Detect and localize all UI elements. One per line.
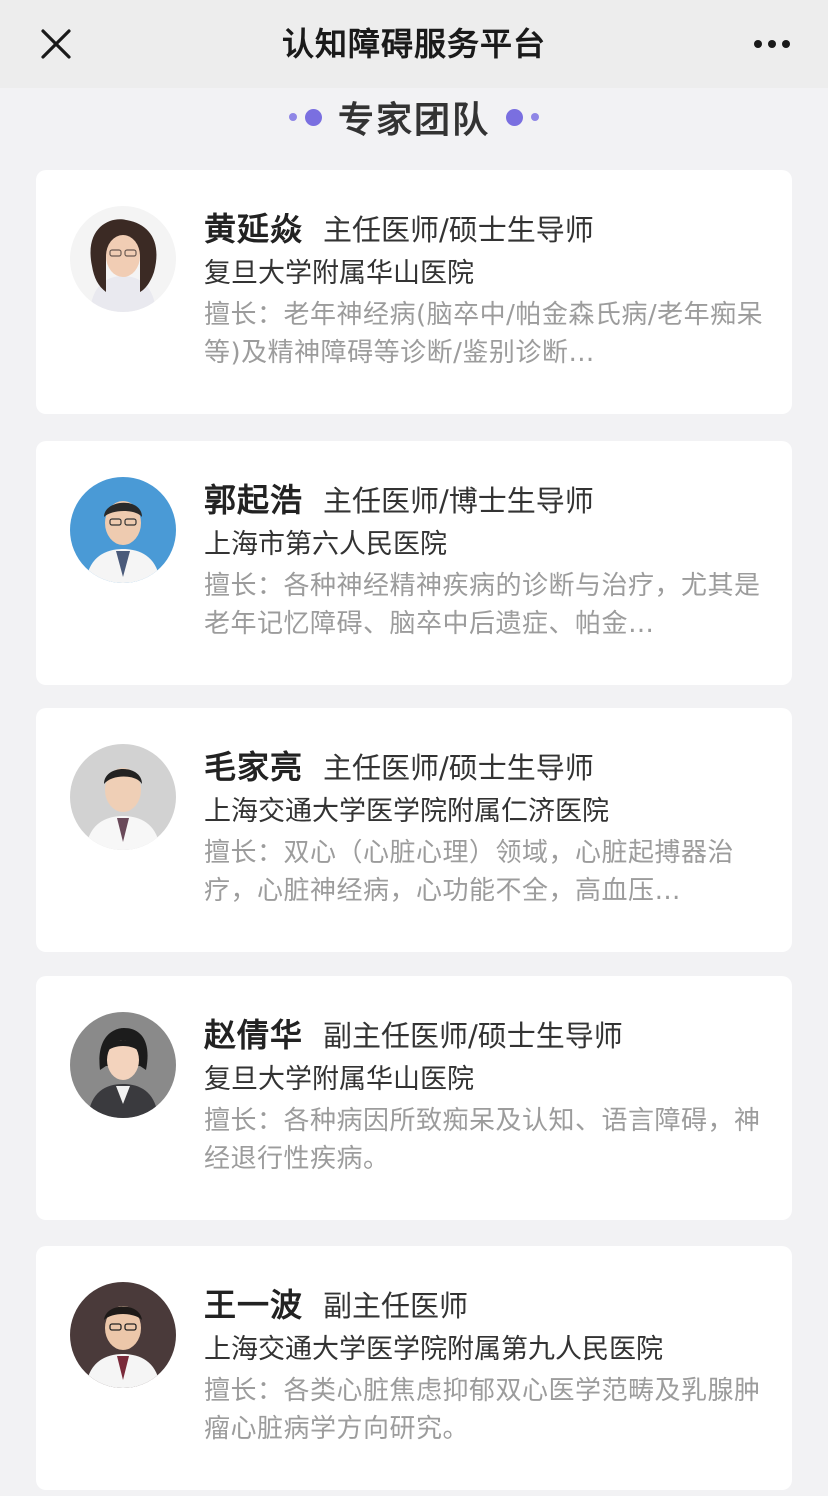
expert-title: 副主任医师/硕士生导师: [323, 1019, 623, 1053]
expert-specialty: 擅长：双心（心脏心理）领域，心脏起搏器治疗，心脏神经病，心功能不全，高血压…: [204, 838, 735, 906]
expert-title: 主任医师/博士生导师: [323, 484, 594, 518]
more-dots-icon: [752, 28, 792, 60]
top-navigation-bar: 认知障碍服务平台: [0, 0, 828, 88]
avatar: [70, 1012, 176, 1118]
expert-card[interactable]: 赵倩华 副主任医师/硕士生导师 复旦大学附属华山医院 擅长：各种病因所致痴呆及认…: [36, 976, 792, 1220]
expert-hospital: 上海交通大学医学院附属仁济医院: [204, 796, 609, 827]
left-dots-decoration: [288, 108, 322, 126]
avatar: [70, 206, 176, 312]
expert-name: 黄延焱: [204, 210, 304, 248]
section-header: 专家团队: [0, 92, 828, 142]
expert-specialty: 擅长：老年神经病(脑卒中/帕金森氏病/老年痴呆等)及精神障碍等诊断/鉴别诊断…: [204, 300, 764, 368]
expert-name: 郭起浩: [204, 481, 304, 519]
avatar: [70, 1282, 176, 1388]
avatar: [70, 744, 176, 850]
expert-specialty: 擅长：各种神经精神疾病的诊断与治疗，尤其是老年记忆障碍、脑卒中后遗症、帕金…: [204, 571, 761, 639]
expert-hospital: 复旦大学附属华山医院: [204, 258, 474, 289]
expert-hospital: 上海交通大学医学院附属第九人民医院: [204, 1334, 663, 1365]
expert-name: 赵倩华: [204, 1016, 304, 1054]
expert-specialty: 擅长：各种病因所致痴呆及认知、语言障碍，神经退行性疾病。: [204, 1106, 761, 1174]
expert-card[interactable]: 黄延焱 主任医师/硕士生导师 复旦大学附属华山医院 擅长：老年神经病(脑卒中/帕…: [36, 170, 792, 414]
right-dots-decoration: [506, 108, 539, 126]
expert-hospital: 复旦大学附属华山医院: [204, 1064, 474, 1095]
expert-specialty: 擅长：各类心脏焦虑抑郁双心医学范畴及乳腺肿瘤心脏病学方向研究。: [204, 1376, 761, 1444]
expert-card[interactable]: 郭起浩 主任医师/博士生导师 上海市第六人民医院 擅长：各种神经精神疾病的诊断与…: [36, 441, 792, 685]
section-title: 专家团队: [337, 100, 490, 141]
expert-card[interactable]: 毛家亮 主任医师/硕士生导师 上海交通大学医学院附属仁济医院 擅长：双心（心脏心…: [36, 708, 792, 952]
expert-title: 副主任医师: [323, 1289, 469, 1323]
expert-card[interactable]: 王一波 副主任医师 上海交通大学医学院附属第九人民医院 擅长：各类心脏焦虑抑郁双…: [36, 1246, 792, 1490]
expert-name: 毛家亮: [204, 748, 304, 786]
avatar: [70, 477, 176, 583]
expert-hospital: 上海市第六人民医院: [204, 529, 447, 560]
expert-title: 主任医师/硕士生导师: [323, 751, 594, 785]
page-title: 认知障碍服务平台: [281, 25, 546, 63]
expert-name: 王一波: [204, 1286, 304, 1324]
more-options-button[interactable]: [752, 28, 792, 60]
expert-title: 主任医师/硕士生导师: [323, 213, 594, 247]
